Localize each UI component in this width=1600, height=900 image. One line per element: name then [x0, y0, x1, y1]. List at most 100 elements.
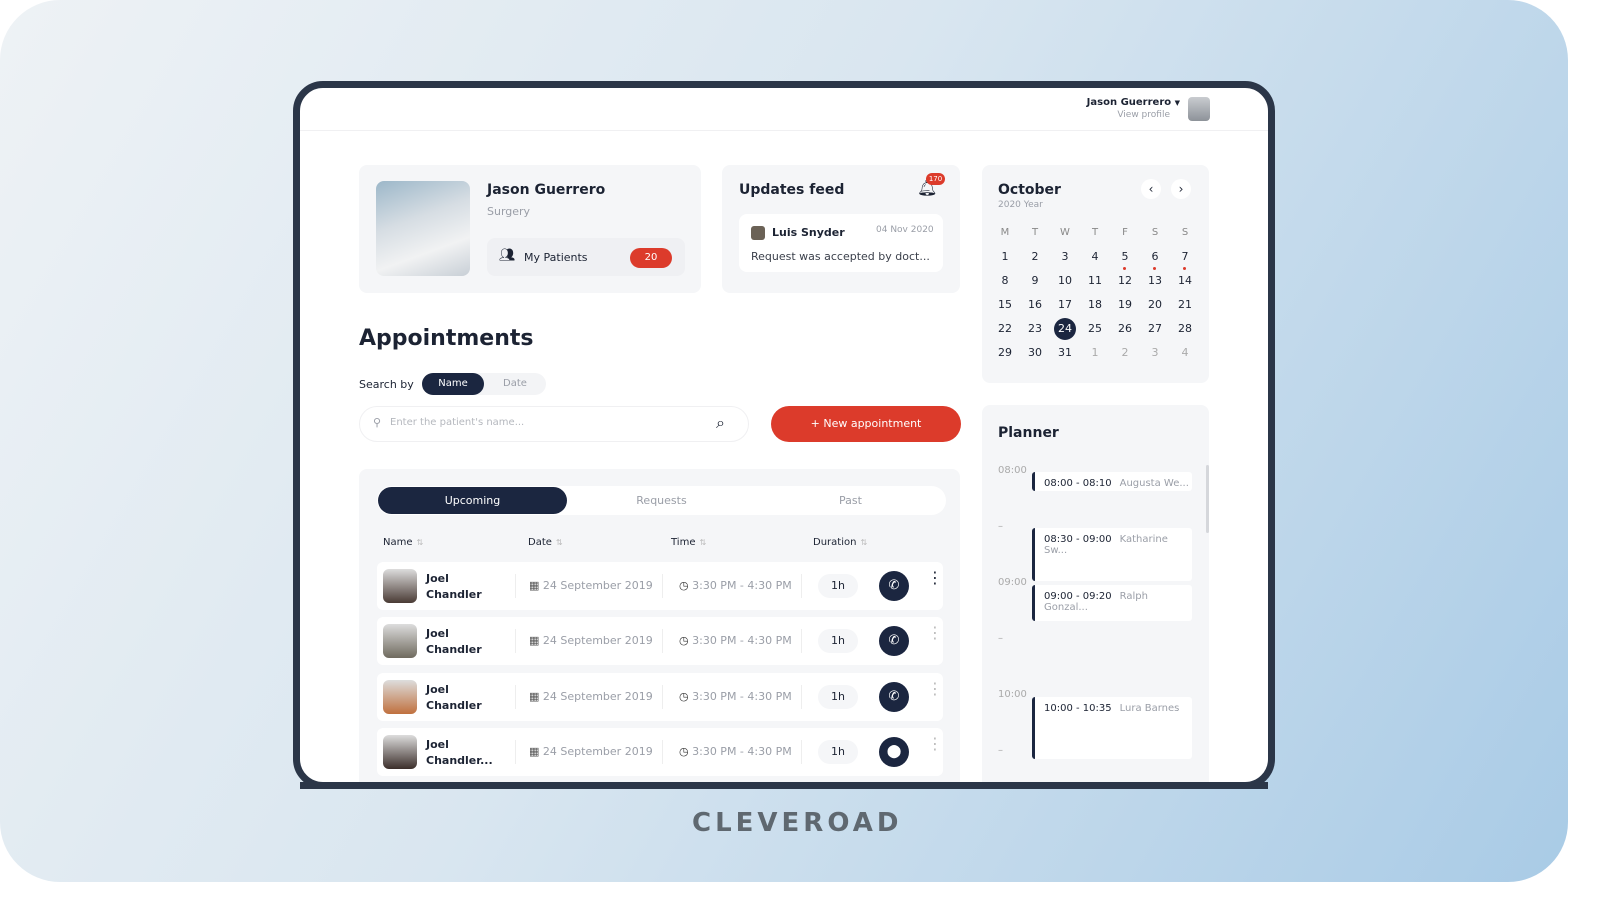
header-user-name: Jason Guerrero [1086, 97, 1172, 108]
more-options-icon[interactable]: ⋮ [927, 625, 943, 641]
calendar-day[interactable]: 4 [1170, 344, 1200, 362]
calendar-day[interactable]: 25 [1080, 320, 1110, 338]
call-button[interactable]: ✆ [879, 626, 909, 656]
new-appointment-button[interactable]: + New appointment [771, 406, 961, 442]
calendar-day[interactable]: 2 [1020, 248, 1050, 266]
sort-icon: ⇅ [699, 538, 707, 547]
chevron-down-icon: ▼ [1174, 99, 1180, 107]
calendar-day[interactable]: 18 [1080, 296, 1110, 314]
event-patient: Augusta We... [1119, 478, 1189, 489]
filter-name-button[interactable]: Name [422, 373, 484, 395]
column-time[interactable]: Time ⇅ [671, 537, 706, 548]
planner-event[interactable]: 10:00 - 10:35 Lura Barnes [1032, 697, 1192, 759]
calendar-day[interactable]: 11 [1080, 272, 1110, 290]
appointment-row[interactable]: Joel Chandler ▦ 24 September 2019 ◷ 3:30 … [377, 673, 943, 721]
filter-date-button[interactable]: Date [484, 373, 546, 395]
divider [801, 574, 802, 598]
calendar-day[interactable]: 24 [1050, 318, 1080, 340]
calendar-day[interactable]: 31 [1050, 344, 1080, 362]
calendar-day[interactable]: 27 [1140, 320, 1170, 338]
tab-upcoming[interactable]: Upcoming [378, 487, 567, 514]
calendar-day[interactable]: 26 [1110, 320, 1140, 338]
planner-hour-label: 09:00 [998, 577, 1027, 588]
calendar-day[interactable]: 9 [1020, 272, 1050, 290]
appointment-date: ▦ 24 September 2019 [529, 745, 653, 758]
calendar-day[interactable]: 14 [1170, 272, 1200, 290]
calendar-year: 2020 Year [998, 200, 1043, 210]
appointment-row[interactable]: Joel Chandler ▦ 24 September 2019 ◷ 3:30 … [377, 562, 943, 610]
calendar-day[interactable]: 21 [1170, 296, 1200, 314]
phone-icon: ✆ [888, 578, 900, 593]
calendar-day[interactable]: 16 [1020, 296, 1050, 314]
appointment-time: ◷ 3:30 PM - 4:30 PM [679, 634, 792, 647]
call-button[interactable]: ✆ [879, 682, 909, 712]
planner-scrollbar[interactable] [1206, 465, 1209, 533]
day-number: 21 [1178, 298, 1192, 311]
more-options-icon[interactable]: ⋮ [927, 681, 943, 697]
calendar-day[interactable]: 12 [1110, 272, 1140, 290]
calendar-day[interactable]: 15 [990, 296, 1020, 314]
column-duration-label: Duration [813, 537, 857, 548]
day-number: 5 [1121, 250, 1129, 263]
event-time: 09:00 - 09:20 [1044, 591, 1112, 602]
divider [515, 740, 516, 764]
calendar-day[interactable]: 8 [990, 272, 1020, 290]
day-number: 22 [998, 322, 1012, 335]
column-date[interactable]: Date ⇅ [528, 537, 563, 548]
column-time-label: Time [671, 537, 696, 548]
calendar-day[interactable]: 2 [1110, 344, 1140, 362]
calendar-day[interactable]: 22 [990, 320, 1020, 338]
appointment-row[interactable]: Joel Chandler ▦ 24 September 2019 ◷ 3:30 … [377, 617, 943, 665]
more-options-icon[interactable]: ⋮ [927, 570, 943, 586]
my-patients-label: My Patients [524, 251, 588, 264]
calendar-day[interactable]: 4 [1080, 248, 1110, 266]
calendar-day[interactable]: 29 [990, 344, 1020, 362]
calendar-day[interactable]: 3 [1140, 344, 1170, 362]
calendar-day[interactable]: 13 [1140, 272, 1170, 290]
clock-icon: ◷ [679, 634, 689, 647]
calendar-day[interactable]: 28 [1170, 320, 1200, 338]
patient-search-input[interactable]: ⚲ Enter the patient's name... ⌕ [359, 406, 749, 442]
call-button[interactable]: ✆ [879, 571, 909, 601]
calendar-day[interactable]: 10 [1050, 272, 1080, 290]
day-number: 14 [1178, 274, 1192, 287]
more-options-icon[interactable]: ⋮ [927, 736, 943, 752]
calendar-day[interactable]: 3 [1050, 248, 1080, 266]
calendar-day[interactable]: 17 [1050, 296, 1080, 314]
calendar-day[interactable]: 6 [1140, 248, 1170, 270]
clock-icon: ◷ [679, 579, 689, 592]
day-number: 27 [1148, 322, 1162, 335]
patient-name: Joel Chandler... [426, 738, 493, 767]
header-user-menu[interactable]: Jason Guerrero ▼ [1060, 97, 1180, 108]
appointment-row[interactable]: Joel Chandler... ▦ 24 September 2019 ◷ 3:… [377, 728, 943, 776]
sort-icon: ⇅ [860, 538, 868, 547]
calendar-day[interactable]: 1 [990, 248, 1020, 266]
calendar-day[interactable]: 30 [1020, 344, 1050, 362]
day-number: 8 [1001, 274, 1009, 287]
updates-feed-title: Updates feed [739, 182, 845, 198]
search-icon[interactable]: ⌕ [716, 413, 725, 433]
planner-event[interactable]: 08:30 - 09:00 Katharine Sw... [1032, 528, 1192, 581]
header-avatar[interactable] [1188, 97, 1210, 121]
calendar-day[interactable]: 19 [1110, 296, 1140, 314]
calendar-grid: M T W T F S S 1 2 3 4 5 6 7 8 9 10 11 12 13 14 15 16 17 18 19 20 21… [990, 224, 1200, 362]
my-patients-button[interactable]: 👥︎ My Patients 20 [487, 238, 685, 276]
planner-hour-label: 10:00 [998, 689, 1027, 700]
tab-requests[interactable]: Requests [567, 487, 756, 514]
column-name[interactable]: Name ⇅ [383, 537, 423, 548]
search-by-label: Search by [359, 378, 414, 391]
location-button[interactable]: ⬤ [879, 737, 909, 767]
next-month-button[interactable]: › [1171, 179, 1191, 199]
column-duration[interactable]: Duration ⇅ [813, 537, 867, 548]
view-profile-link[interactable]: View profile [1060, 110, 1170, 120]
calendar-day[interactable]: 5 [1110, 248, 1140, 270]
calendar-day[interactable]: 7 [1170, 248, 1200, 270]
update-item[interactable]: Luis Snyder 04 Nov 2020 Request was acce… [739, 214, 943, 272]
calendar-day[interactable]: 23 [1020, 320, 1050, 338]
planner-event[interactable]: 08:00 - 08:10 Augusta We... [1032, 472, 1192, 491]
tab-past[interactable]: Past [756, 487, 945, 514]
prev-month-button[interactable]: ‹ [1141, 179, 1161, 199]
planner-event[interactable]: 09:00 - 09:20 Ralph Gonzal... [1032, 585, 1192, 621]
calendar-day[interactable]: 1 [1080, 344, 1110, 362]
calendar-day[interactable]: 20 [1140, 296, 1170, 314]
